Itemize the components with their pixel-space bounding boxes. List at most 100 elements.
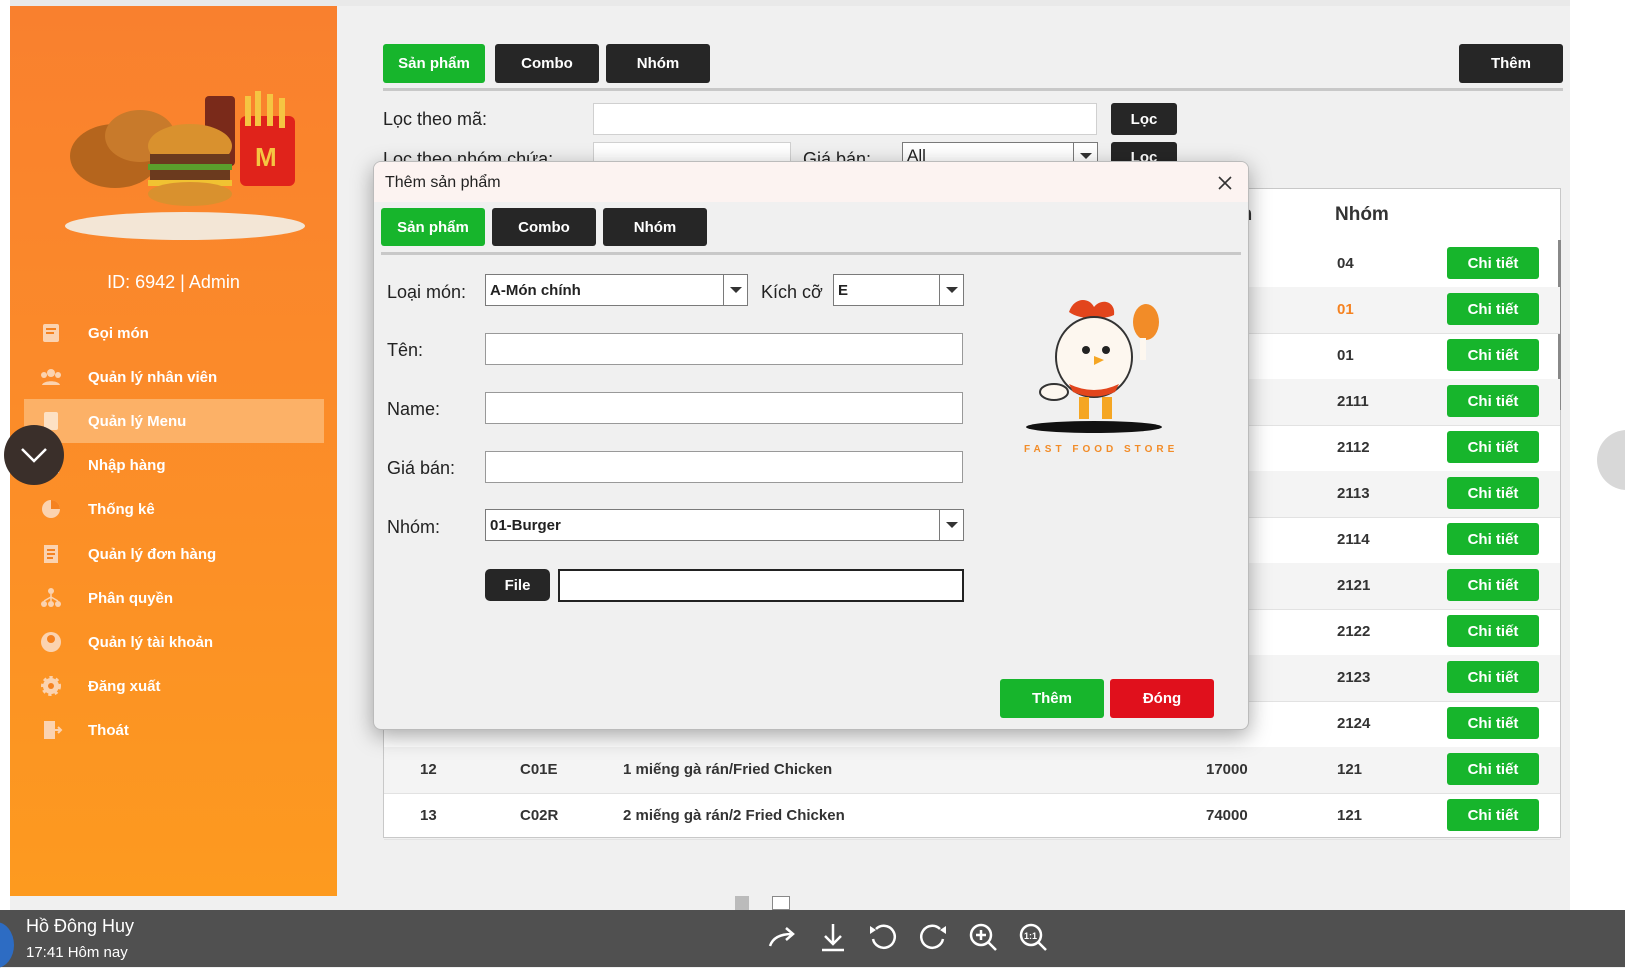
chevron-down-icon [723,275,747,305]
sidebar-item-label: Gọi món [88,324,149,342]
sidebar-item-label: Phân quyền [88,589,174,607]
close-button[interactable] [1212,170,1238,196]
detail-button[interactable]: Chi tiết [1447,799,1539,831]
cell-group: 01 [1337,347,1354,364]
detail-button[interactable]: Chi tiết [1447,385,1539,417]
rotate-left-icon [870,924,897,949]
cell-price: 74000 [1206,807,1248,824]
group-select[interactable]: 01-Burger [485,509,964,541]
filter-code-input[interactable] [593,103,1097,135]
zoom-in-icon [969,923,997,951]
table-row: 12 C01E 1 miếng gà rán/Fried Chicken 170… [384,747,1560,794]
cell-group: 2111 [1337,393,1369,410]
gear-icon [38,673,64,699]
filter-code-button[interactable]: Lọc [1111,103,1177,135]
cell-group: 2121 [1337,577,1371,594]
detail-button[interactable]: Chi tiết [1447,753,1539,785]
column-header-group: Nhóm [1335,204,1389,225]
svg-text:1:1: 1:1 [1024,931,1037,941]
cell-name: 2 miếng gà rán/2 Fried Chicken [623,807,845,824]
logo-text: FAST FOOD STORE [1024,444,1178,455]
cell-price: 17000 [1206,761,1248,778]
dialog-add-button[interactable]: Thêm [1000,679,1104,718]
viewer-bottom-bar: Hồ Đông Huy 17:41 Hôm nay 1:1 [0,910,1625,968]
zoom-in-button[interactable] [966,920,1004,958]
svg-text:M: M [255,142,277,172]
detail-button[interactable]: Chi tiết [1447,339,1539,371]
tab-group[interactable]: Nhóm [606,44,710,83]
order-icon [38,320,64,346]
detail-button[interactable]: Chi tiết [1447,615,1539,647]
tab-combo[interactable]: Combo [495,44,599,83]
avatar [0,922,14,968]
sidebar-item-staff[interactable]: Quản lý nhân viên [24,355,324,399]
staff-icon [38,364,64,390]
chevron-down-icon [939,510,963,540]
name-vi-input[interactable] [485,333,963,365]
scroll-stub [735,896,749,910]
detail-button[interactable]: Chi tiết [1447,293,1539,325]
dialog-tab-products[interactable]: Sản phẩm [381,208,485,246]
dialog-tab-combo[interactable]: Combo [492,208,596,246]
dialog-title-bar [374,162,1248,202]
sidebar-item-label: Quản lý Menu [88,412,187,430]
detail-button[interactable]: Chi tiết [1447,247,1539,279]
detail-button[interactable]: Chi tiết [1447,707,1539,739]
file-button[interactable]: File [485,569,550,601]
actual-size-icon: 1:1 [1019,923,1047,951]
add-button[interactable]: Thêm [1459,44,1563,83]
sidebar-item-order[interactable]: Gọi món [24,311,324,355]
sidebar-item-label: Quản lý tài khoản [88,633,214,651]
price-input[interactable] [485,451,963,483]
sidebar-item-menu[interactable]: Quản lý Menu [24,399,324,443]
tab-products[interactable]: Sản phẩm [383,44,485,83]
price-label: Giá bán: [387,458,456,478]
tab-divider [383,88,1563,91]
cell-group: 2122 [1337,623,1371,640]
type-select[interactable]: A-Món chính [485,274,748,306]
detail-button[interactable]: Chi tiết [1447,523,1539,555]
mascot-logo: FAST FOOD STORE [1024,300,1178,455]
add-product-dialog: Thêm sản phẩm Sản phẩm Combo Nhóm Loại m… [373,161,1249,730]
sidebar-item-permission[interactable]: Phân quyền [24,576,324,620]
sidebar-item-orders[interactable]: Quản lý đơn hàng [24,532,324,576]
sent-time: 17:41 Hôm nay [26,944,128,961]
permission-icon [38,585,64,611]
admin-id-label: ID: 6942 | Admin [107,272,240,292]
orders-icon [38,541,64,567]
scroll-stub [772,896,790,910]
detail-button[interactable]: Chi tiết [1447,569,1539,601]
collapse-chevron-button[interactable] [4,425,64,485]
sidebar-item-label: Thoát [88,721,129,739]
name-en-input[interactable] [485,392,963,424]
sidebar-item-logout[interactable]: Đăng xuất [24,664,324,708]
cell-code: C01E [520,761,558,778]
sidebar-item-stats[interactable]: Thống kê [24,487,324,531]
stats-icon [38,496,64,522]
cell-name: 1 miếng gà rán/Fried Chicken [623,761,833,778]
sidebar-item-import[interactable]: Nhập hàng [24,443,324,487]
dialog-close-button[interactable]: Đóng [1110,679,1214,718]
detail-button[interactable]: Chi tiết [1447,661,1539,693]
actual-size-button[interactable]: 1:1 [1016,920,1054,958]
cell-group: 2124 [1337,715,1371,732]
group-label: Nhóm: [387,517,441,537]
rotate-right-button[interactable] [916,920,954,958]
rotate-right-icon [919,924,946,949]
cell-group: 2114 [1337,531,1370,548]
dialog-tab-group[interactable]: Nhóm [603,208,707,246]
detail-button[interactable]: Chi tiết [1447,431,1539,463]
table-row: 13 C02R 2 miếng gà rán/2 Fried Chicken 7… [384,793,1560,840]
sidebar-item-label: Quản lý nhân viên [88,368,218,386]
share-button[interactable] [766,920,804,958]
sidebar-item-account[interactable]: Quản lý tài khoản [24,620,324,664]
file-path-field[interactable] [558,569,964,602]
sidebar-item-exit[interactable]: Thoát [24,708,324,752]
cell-index: 13 [420,807,437,824]
exit-icon [38,717,64,743]
name-en-label: Name: [387,399,441,419]
download-button[interactable] [816,920,854,958]
size-select[interactable]: E [833,274,964,306]
detail-button[interactable]: Chi tiết [1447,477,1539,509]
rotate-left-button[interactable] [866,920,904,958]
